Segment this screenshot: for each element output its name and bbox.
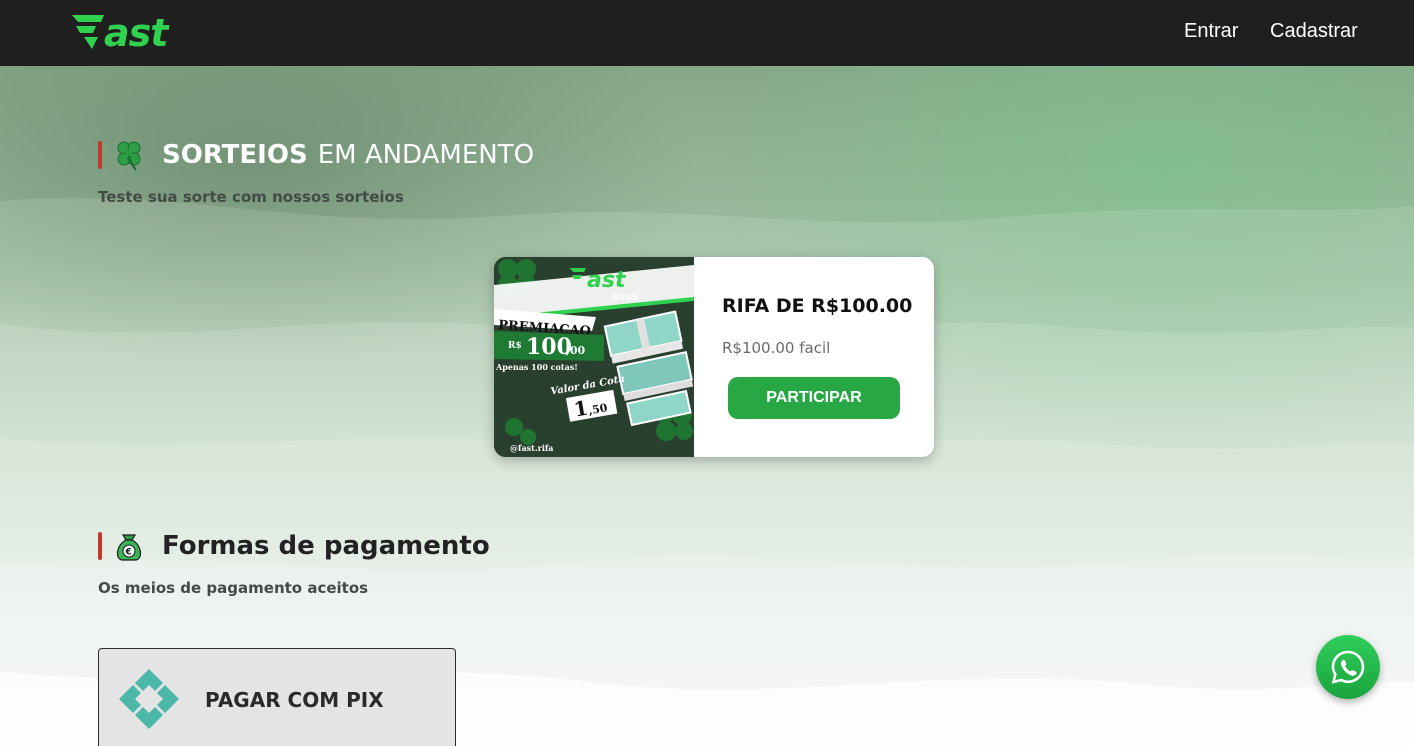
pix-payment-card[interactable]: PAGAR COM PIX [98, 648, 456, 746]
pix-icon [119, 669, 179, 729]
login-link[interactable]: Entrar [1184, 20, 1238, 43]
participar-button[interactable]: PARTICIPAR [728, 377, 900, 419]
banner-quota-note: Apenas 100 cotas! [495, 362, 578, 372]
pagamento-subtitle: Os meios de pagamento aceitos [98, 579, 369, 597]
clover-icon [117, 141, 141, 171]
svg-text:ast: ast [104, 12, 170, 52]
pix-label: PAGAR COM PIX [205, 688, 384, 712]
top-navbar: ast Entrar Cadastrar [0, 0, 1414, 66]
sorteios-section-title: SORTEIOS EM ANDAMENTO [98, 138, 534, 172]
raffle-info: RIFA DE R$100.00 R$100.00 facil PARTICIP… [722, 257, 922, 457]
pagamento-title-text: Formas de pagamento [162, 531, 490, 561]
section-title-light: EM ANDAMENTO [317, 140, 535, 170]
banner-prize-cents: ,00 [566, 344, 585, 357]
sorteios-subtitle: Teste sua sorte com nossos sorteios [98, 188, 404, 206]
register-link[interactable]: Cadastrar [1270, 20, 1358, 43]
banner-brand-sub: RIFAS [612, 293, 638, 302]
whatsapp-icon [1331, 650, 1365, 684]
pagamento-section-title: € Formas de pagamento [98, 529, 490, 563]
svg-text:ast: ast [587, 268, 627, 293]
raffle-title: RIFA DE R$100.00 [722, 295, 913, 317]
banner-handle: @fast.rifa [510, 443, 554, 453]
whatsapp-button[interactable] [1316, 635, 1380, 699]
raffle-banner-image[interactable]: ast RIFAS PREMIACAO R$ 100 ,00 Apenas 10… [494, 257, 694, 457]
raffle-description: R$100.00 facil [722, 339, 831, 357]
section-accent-bar [98, 141, 102, 169]
fast-logo[interactable]: ast [70, 12, 192, 52]
section-accent-bar [98, 532, 102, 560]
money-bag-icon: € [116, 534, 142, 561]
section-title-strong: SORTEIOS [162, 140, 308, 170]
banner-prize-currency: R$ [508, 341, 522, 351]
svg-text:€: € [125, 548, 132, 558]
raffle-card[interactable]: ast RIFAS PREMIACAO R$ 100 ,00 Apenas 10… [494, 257, 934, 457]
